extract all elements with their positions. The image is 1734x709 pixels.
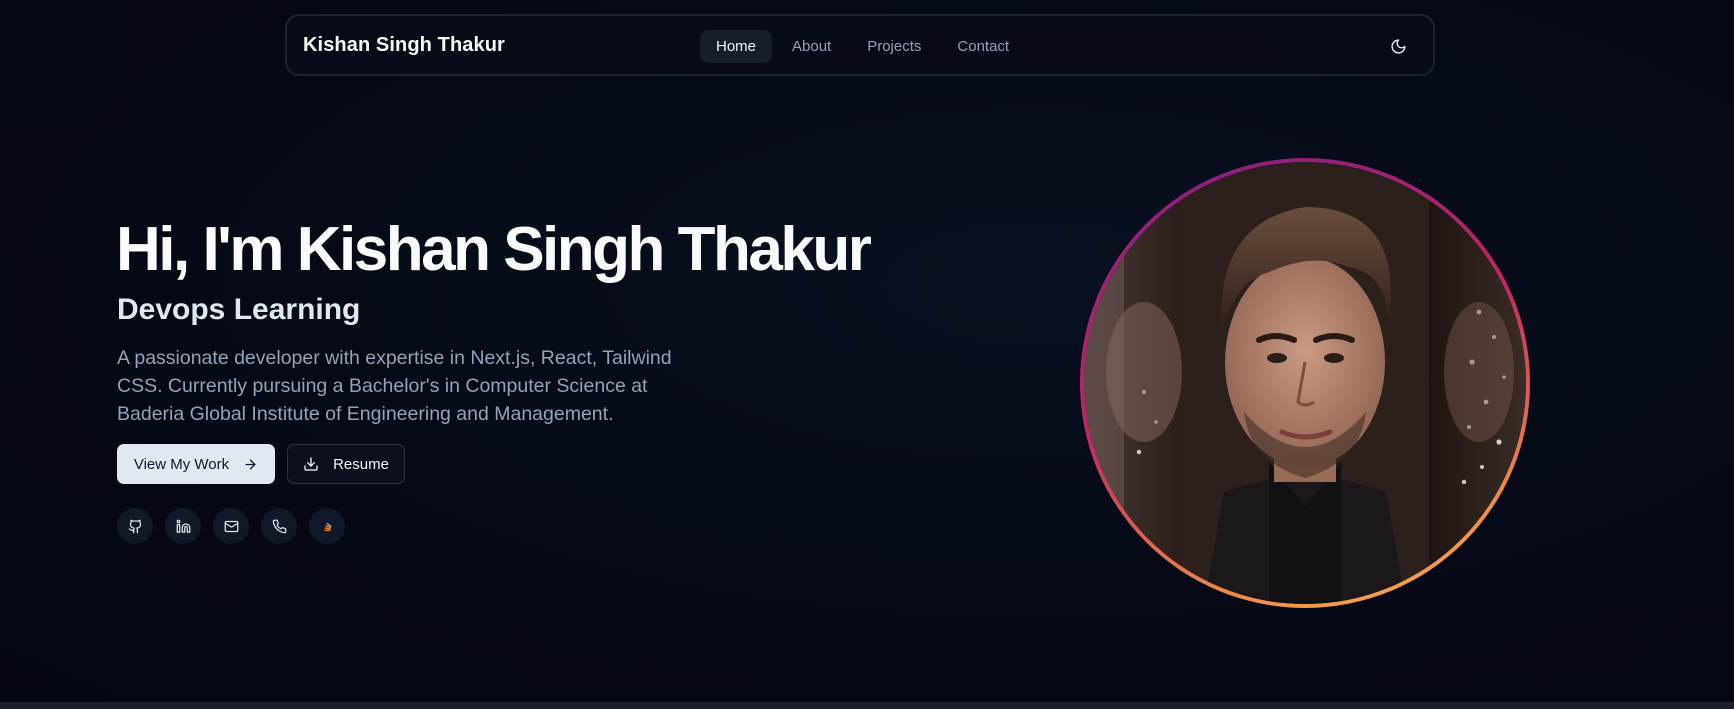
theme-toggle-button[interactable] [1383,31,1413,61]
download-icon [304,457,318,471]
mail-icon [224,520,238,532]
arrow-right-icon [245,459,256,469]
moon-icon [1390,38,1406,54]
nav-links: Home About Projects Contact [700,30,1025,63]
nav-link-projects[interactable]: Projects [851,30,937,63]
profile-photo-frame [1080,158,1530,608]
github-link[interactable] [117,508,153,544]
phone-link[interactable] [261,508,297,544]
linkedin-icon [176,519,190,533]
view-my-work-label: View My Work [133,455,230,473]
email-link[interactable] [213,508,249,544]
profile-photo-illustration [1084,162,1526,604]
resume-button[interactable]: Resume [287,444,405,484]
nav-link-about[interactable]: About [776,30,847,63]
profile-photo [1084,162,1526,604]
social-links [117,508,345,544]
hero-description: A passionate developer with expertise in… [117,347,672,425]
view-my-work-button[interactable]: View My Work [117,444,275,484]
nav-link-home[interactable]: Home [700,30,773,63]
brand-name[interactable]: Kishan Singh Thakur [303,16,505,74]
stackoverflow-link[interactable] [309,508,345,544]
github-icon [128,519,141,533]
section-divider [0,702,1734,709]
hero-subtitle: Devops Learning [117,293,361,326]
linkedin-link[interactable] [165,508,201,544]
top-navbar: Kishan Singh Thakur Home About Projects … [285,14,1435,76]
resume-label: Resume [333,455,389,473]
nav-link-contact[interactable]: Contact [941,30,1025,63]
stackoverflow-icon [323,522,332,531]
hero-title: Hi, I'm Kishan Singh Thakur [116,215,872,284]
phone-icon [272,519,286,533]
